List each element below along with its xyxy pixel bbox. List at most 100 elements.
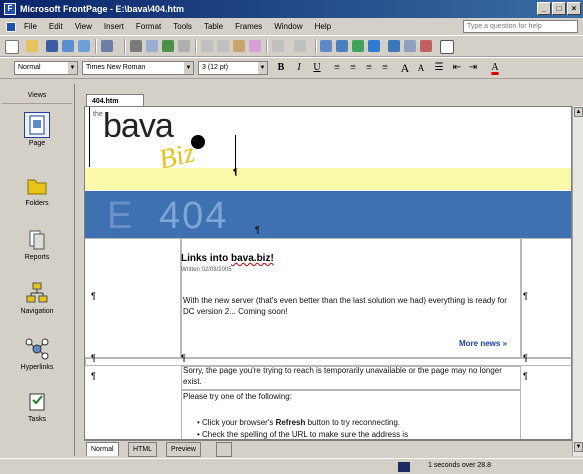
close-button[interactable]: × bbox=[567, 2, 581, 15]
copy-icon[interactable] bbox=[217, 40, 229, 52]
views-header: Views bbox=[2, 89, 72, 104]
publish-icon[interactable] bbox=[62, 40, 74, 52]
maximize-button[interactable]: □ bbox=[552, 2, 566, 15]
paste-icon[interactable] bbox=[233, 40, 245, 52]
menu-help[interactable]: Help bbox=[309, 22, 337, 31]
menu-format[interactable]: Format bbox=[130, 22, 167, 31]
folder-list-icon[interactable] bbox=[78, 40, 90, 52]
page-header: the bava Biz ¶ bbox=[85, 107, 571, 190]
news-title-prefix: Links into bbox=[181, 253, 231, 264]
decrease-font-icon[interactable]: A bbox=[414, 61, 428, 75]
frontpage-icon: F bbox=[4, 3, 16, 15]
spelling-icon[interactable] bbox=[162, 40, 174, 52]
numbering-icon[interactable]: ☰ bbox=[432, 61, 446, 75]
hyperlink-icon[interactable] bbox=[388, 40, 400, 52]
paragraph-mark: ¶ bbox=[523, 353, 528, 363]
view-tasks[interactable]: Tasks bbox=[6, 388, 68, 423]
print-icon[interactable] bbox=[130, 40, 142, 52]
blue-banner: E 404 ¶ bbox=[85, 191, 571, 238]
align-center-icon[interactable]: ≡ bbox=[346, 61, 360, 75]
frontpage-window: F Microsoft FrontPage - E:\bava\404.htm … bbox=[0, 0, 583, 474]
underline-button[interactable]: U bbox=[310, 61, 324, 75]
view-folders-label: Folders bbox=[25, 200, 49, 207]
refresh-icon[interactable] bbox=[404, 40, 416, 52]
view-folders[interactable]: Folders bbox=[6, 172, 68, 207]
align-left-icon[interactable]: ≡ bbox=[330, 61, 344, 75]
views-bar: Views Page Folders Reports Navigation Hy… bbox=[0, 84, 75, 456]
scroll-down-icon[interactable]: ▼ bbox=[574, 442, 583, 452]
tab-html[interactable]: HTML bbox=[128, 442, 158, 457]
menu-tools[interactable]: Tools bbox=[167, 22, 198, 31]
more-news-link[interactable]: More news » bbox=[459, 339, 507, 348]
page-view-icon bbox=[24, 112, 50, 138]
menu-view[interactable]: View bbox=[69, 22, 98, 31]
save-icon[interactable] bbox=[46, 40, 58, 52]
new-page-icon[interactable] bbox=[5, 40, 19, 54]
menu-bar: File Edit View Insert Format Tools Table… bbox=[0, 18, 583, 35]
news-body: With the new server (that's even better … bbox=[183, 296, 507, 316]
undo-icon[interactable] bbox=[272, 40, 284, 52]
cut-icon[interactable] bbox=[201, 40, 213, 52]
redo-icon[interactable] bbox=[294, 40, 306, 52]
chevron-down-icon: ▼ bbox=[184, 62, 193, 74]
menu-insert[interactable]: Insert bbox=[98, 22, 130, 31]
news-title-link[interactable]: bava.biz! bbox=[231, 253, 274, 264]
decrease-indent-icon[interactable]: ⇤ bbox=[450, 61, 464, 75]
folders-view-icon bbox=[24, 172, 50, 198]
tab-scroll-button[interactable] bbox=[216, 442, 232, 457]
bullet2-text: Check the spelling of the URL to make su… bbox=[202, 430, 409, 439]
show-all-icon[interactable] bbox=[440, 40, 454, 54]
formatting-toolbar: Normal ▼ Times New Roman ▼ 3 (12 pt) ▼ B… bbox=[0, 57, 583, 79]
spelling-check-icon[interactable] bbox=[178, 40, 190, 52]
paragraph-mark: ¶ bbox=[91, 371, 96, 381]
font-color-icon[interactable]: A bbox=[488, 61, 502, 75]
open-folder-icon[interactable] bbox=[26, 40, 38, 52]
title-bar[interactable]: F Microsoft FrontPage - E:\bava\404.htm … bbox=[0, 0, 583, 18]
view-hyperlinks[interactable]: Hyperlinks bbox=[6, 336, 68, 371]
stop-icon[interactable] bbox=[420, 40, 432, 52]
align-right-icon[interactable]: ≡ bbox=[362, 61, 376, 75]
view-reports[interactable]: Reports bbox=[6, 226, 68, 261]
help-question-input[interactable]: Type a question for help bbox=[463, 20, 578, 33]
tab-preview[interactable]: Preview bbox=[166, 442, 201, 457]
list-item: • Click your browser's Refresh button to… bbox=[197, 418, 401, 427]
scroll-up-icon[interactable]: ▲ bbox=[574, 107, 583, 117]
sorry-message: Sorry, the page you're trying to reach i… bbox=[183, 366, 502, 386]
bold-button[interactable]: B bbox=[274, 61, 288, 75]
insert-table-icon[interactable] bbox=[336, 40, 348, 52]
increase-font-icon[interactable]: A bbox=[398, 61, 412, 75]
menu-file[interactable]: File bbox=[18, 22, 43, 31]
views-toggle-icon[interactable] bbox=[101, 40, 113, 52]
font-size-select[interactable]: 3 (12 pt) ▼ bbox=[198, 61, 268, 75]
table-border bbox=[89, 107, 90, 167]
menu-edit[interactable]: Edit bbox=[43, 22, 69, 31]
font-select[interactable]: Times New Roman ▼ bbox=[82, 61, 194, 75]
drawing-icon[interactable] bbox=[368, 40, 380, 52]
tab-normal[interactable]: Normal bbox=[86, 442, 119, 456]
paragraph-mark: ¶ bbox=[233, 167, 238, 177]
minimize-button[interactable]: _ bbox=[537, 2, 551, 15]
paragraph-mark: ¶ bbox=[523, 291, 528, 301]
web-component-icon[interactable] bbox=[320, 40, 332, 52]
page-editor[interactable]: the bava Biz ¶ E 404 ¶ ¶ ¶ ¶ ¶ ¶ ¶ ¶ Lin… bbox=[84, 106, 572, 440]
preview-icon[interactable] bbox=[146, 40, 158, 52]
view-navigation-label: Navigation bbox=[20, 308, 54, 315]
style-select[interactable]: Normal ▼ bbox=[14, 61, 78, 75]
increase-indent-icon[interactable]: ⇥ bbox=[466, 61, 480, 75]
insert-picture-icon[interactable] bbox=[352, 40, 364, 52]
vertical-scrollbar[interactable]: ▲ ▼ bbox=[572, 106, 583, 456]
news-date: Written 02/08/2005 bbox=[181, 267, 232, 273]
view-page[interactable]: Page bbox=[6, 112, 68, 147]
italic-button[interactable]: I bbox=[292, 61, 306, 75]
hyperlinks-view-icon bbox=[24, 336, 50, 362]
reports-view-icon bbox=[24, 226, 50, 252]
banner-404: 404 bbox=[159, 195, 229, 237]
menu-window[interactable]: Window bbox=[268, 22, 308, 31]
view-navigation[interactable]: Navigation bbox=[6, 280, 68, 315]
format-painter-icon[interactable] bbox=[249, 40, 261, 52]
justify-icon[interactable]: ≡ bbox=[378, 61, 392, 75]
navigation-view-icon bbox=[24, 280, 50, 306]
document-menu-icon[interactable] bbox=[6, 21, 16, 32]
menu-frames[interactable]: Frames bbox=[229, 22, 268, 31]
menu-table[interactable]: Table bbox=[198, 22, 229, 31]
